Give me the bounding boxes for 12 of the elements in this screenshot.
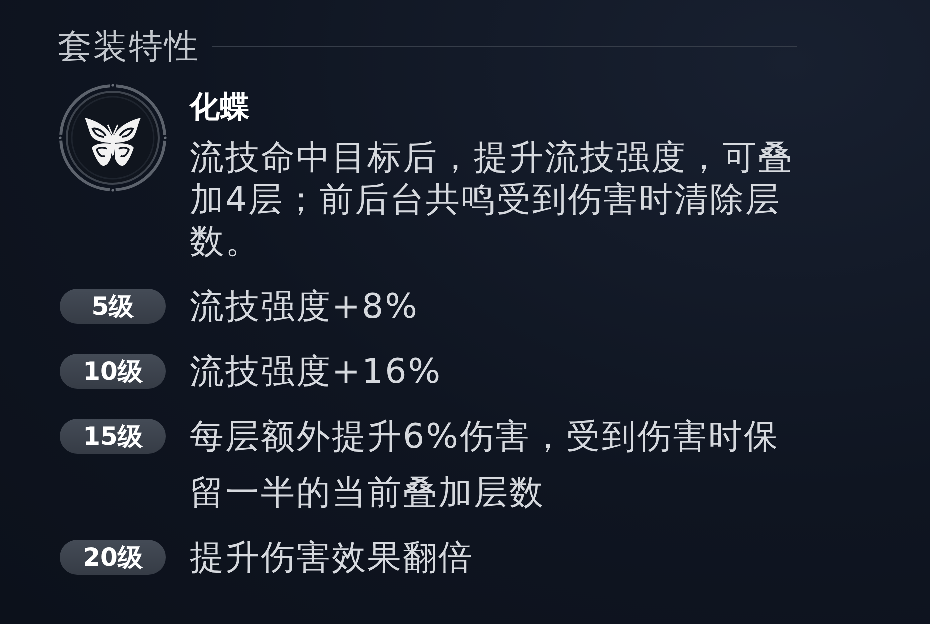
level-effect: 流技强度+16% (190, 351, 444, 394)
butterfly-icon (58, 83, 168, 193)
level-effect: 流技强度+8% (190, 286, 420, 329)
level-effect: 提升伤害效果翻倍 (190, 537, 475, 580)
level-effect: 每层额外提升6%伤害，受到伤害时保留一半的当前叠加层数 (190, 416, 780, 515)
level-badge: 20级 (60, 540, 166, 575)
level-badge: 5级 (60, 289, 166, 324)
level-badge: 10级 (60, 354, 166, 389)
level-badge: 15级 (60, 419, 166, 454)
set-description: 流技命中目标后，提升流技强度，可叠加4层；前后台共鸣受到伤害时清除层数。 (190, 137, 794, 263)
section-title: 套装特性 (58, 27, 200, 67)
set-name: 化蝶 (190, 90, 251, 126)
